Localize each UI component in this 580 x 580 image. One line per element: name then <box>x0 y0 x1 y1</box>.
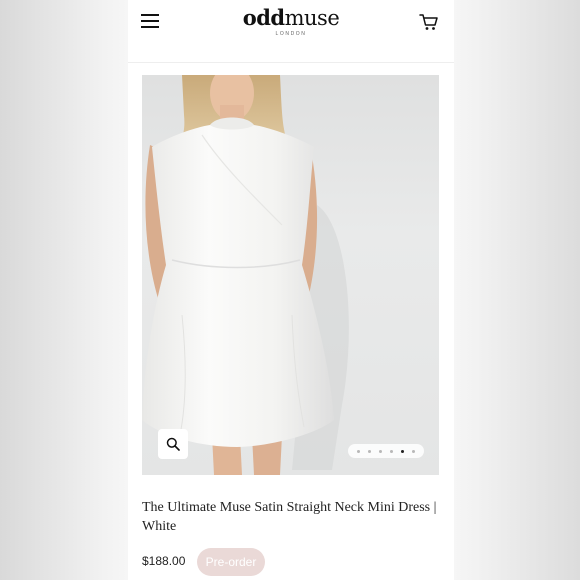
site-header: oddmuse LONDON <box>128 0 454 63</box>
logo-subtitle: LONDON <box>275 31 307 37</box>
product-price: $188.00 <box>142 554 186 568</box>
gallery-dot-5[interactable] <box>401 449 404 453</box>
magnifier-icon <box>166 437 180 451</box>
preorder-button[interactable]: Pre-order <box>197 548 265 576</box>
logo-wordmark: oddmuse <box>128 5 454 31</box>
logo-bold-text: odd <box>242 5 285 30</box>
site-logo[interactable]: oddmuse LONDON <box>128 6 454 38</box>
product-title: The Ultimate Muse Satin Straight Neck Mi… <box>142 500 437 534</box>
gallery-dot-6[interactable] <box>412 449 415 453</box>
product-image[interactable] <box>142 75 439 475</box>
gallery-dot-1[interactable] <box>357 449 360 453</box>
shopping-cart-icon[interactable] <box>418 11 440 33</box>
product-photo-illustration <box>142 75 349 475</box>
gallery-pagination <box>348 444 424 458</box>
gallery-dot-3[interactable] <box>379 449 382 453</box>
mobile-page: oddmuse LONDON The Ultimate Muse Satin S… <box>128 0 454 580</box>
logo-light-text: muse <box>284 6 340 30</box>
zoom-button[interactable] <box>158 429 188 459</box>
gallery-dot-2[interactable] <box>368 449 371 453</box>
gallery-dot-4[interactable] <box>390 449 393 453</box>
